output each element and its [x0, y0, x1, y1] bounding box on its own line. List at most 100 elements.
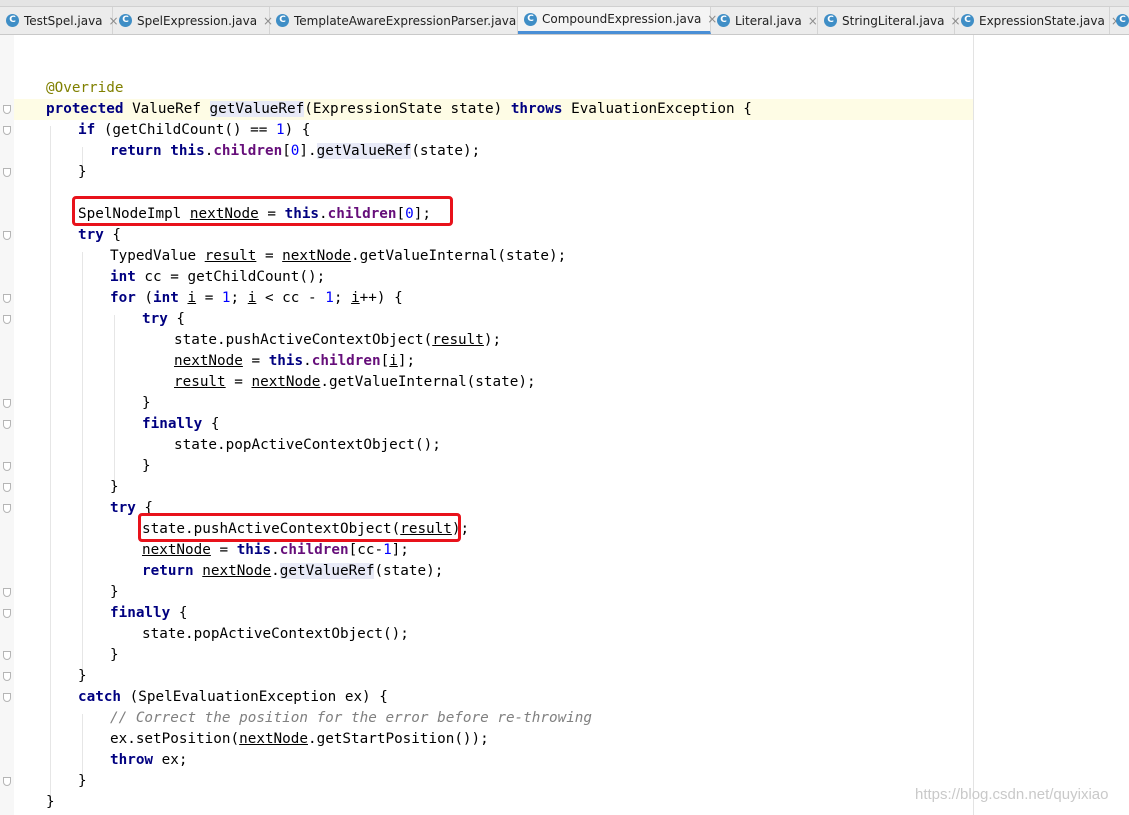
tab-compoundexpression[interactable]: C CompoundExpression.java ×: [518, 7, 717, 34]
code-token: [: [282, 143, 291, 159]
fold-marker-icon[interactable]: [3, 462, 11, 471]
code-line: try {: [142, 309, 185, 330]
code-token: ) {: [284, 122, 311, 138]
indent-guide: [82, 714, 83, 777]
code-line: catch (SpelEvaluationException ex) {: [78, 687, 388, 708]
fold-marker-icon[interactable]: [3, 609, 11, 618]
code-token: try: [142, 311, 168, 327]
code-token: children: [279, 542, 349, 558]
code-line: protected ValueRef getValueRef(Expressio…: [46, 99, 752, 120]
code-line: finally {: [110, 603, 187, 624]
editor-tab-bar: C TestSpel.java × C SpelExpression.java …: [0, 0, 1129, 35]
tab-label: Literal.java: [735, 13, 802, 28]
fold-marker-icon[interactable]: [3, 483, 11, 492]
code-line: }: [110, 645, 119, 666]
fold-marker-icon[interactable]: [3, 504, 11, 513]
code-token: .: [303, 353, 312, 369]
code-token: 1: [221, 290, 231, 306]
tab-label: CompoundExpression.java: [542, 12, 702, 26]
code-token: ValueRef: [123, 101, 210, 117]
code-token: i: [187, 290, 197, 306]
fold-marker-icon[interactable]: [3, 672, 11, 681]
fold-marker-icon[interactable]: [3, 126, 11, 135]
code-token: .: [271, 563, 280, 579]
code-token: ];: [397, 353, 416, 369]
code-token: @Override: [46, 80, 124, 96]
code-token: for: [110, 290, 136, 306]
code-line: }: [142, 456, 151, 477]
code-token: =: [196, 290, 222, 306]
code-token: if: [78, 122, 96, 138]
tab-label: ExpressionState.java: [979, 13, 1105, 28]
code-line: }: [46, 792, 55, 813]
code-token: (: [135, 290, 154, 306]
fold-marker-icon[interactable]: [3, 777, 11, 786]
code-token: getValueRef: [316, 143, 412, 159]
code-token: ;: [333, 290, 352, 306]
code-token: cc = getChildCount();: [135, 269, 326, 285]
tab-literal[interactable]: C Literal.java ×: [711, 7, 818, 34]
code-token: ;: [230, 290, 248, 306]
indent-guide: [82, 252, 83, 672]
right-margin-guide: [973, 35, 974, 815]
tab-spelexpression[interactable]: C SpelExpression.java ×: [113, 7, 273, 34]
code-line: return this.children[0].getValueRef(stat…: [110, 141, 480, 162]
code-token: i: [351, 290, 360, 306]
code-token: return: [110, 143, 162, 159]
code-token: }: [142, 458, 151, 474]
fold-marker-icon[interactable]: [3, 168, 11, 177]
fold-marker-icon[interactable]: [3, 105, 11, 114]
code-line: }: [110, 582, 119, 603]
tab-templateawareexpressionparser[interactable]: C TemplateAwareExpressionParser.java ×: [270, 7, 532, 34]
indent-guide: [114, 315, 115, 483]
code-token: }: [110, 479, 119, 495]
code-token: nextNode: [239, 731, 308, 747]
code-line: ex.setPosition(nextNode.getStartPosition…: [110, 729, 489, 750]
code-token: finally: [142, 416, 203, 432]
code-token: {: [170, 605, 188, 621]
code-token: {: [167, 311, 186, 327]
tab-stringliteral[interactable]: C StringLiteral.java ×: [818, 7, 961, 34]
code-token: }: [78, 668, 87, 684]
code-line: @Override: [46, 78, 123, 99]
code-token: ];: [391, 542, 409, 558]
tab-bar-top-strip: [0, 0, 1129, 7]
code-token: children: [213, 143, 283, 159]
fold-marker-icon[interactable]: [3, 693, 11, 702]
code-token: ex;: [153, 752, 188, 768]
red-highlight-box: [138, 513, 461, 542]
code-token: throw: [110, 752, 154, 768]
code-token: getValueRef: [279, 563, 375, 579]
fold-marker-icon[interactable]: [3, 294, 11, 303]
close-tab-icon[interactable]: ×: [808, 14, 818, 28]
fold-marker-icon[interactable]: [3, 588, 11, 597]
tab-overflow[interactable]: C: [1110, 7, 1129, 34]
code-token: < cc -: [256, 290, 326, 306]
fold-marker-icon[interactable]: [3, 651, 11, 660]
code-token: state.popActiveContextObject();: [174, 437, 441, 453]
code-token: this: [268, 353, 304, 369]
tab-expressionstate[interactable]: C ExpressionState.java ×: [955, 7, 1121, 34]
fold-marker-icon[interactable]: [3, 399, 11, 408]
code-token: }: [110, 584, 119, 600]
code-token: .: [271, 542, 280, 558]
code-token: ].: [299, 143, 317, 159]
code-token: nextNode: [202, 563, 272, 579]
fold-marker-icon[interactable]: [3, 420, 11, 429]
tab-testspel[interactable]: C TestSpel.java ×: [0, 7, 119, 34]
fold-marker-icon[interactable]: [3, 315, 11, 324]
code-token: ex.setPosition(: [110, 731, 240, 747]
code-editor[interactable]: @Override protected ValueRef getValueRef…: [0, 35, 1129, 815]
code-line: state.popActiveContextObject();: [174, 435, 441, 456]
code-token: 1: [275, 122, 285, 138]
fold-marker-icon[interactable]: [3, 231, 11, 240]
code-token: 1: [325, 290, 334, 306]
code-token: ++) {: [359, 290, 403, 306]
code-token: }: [110, 647, 119, 663]
code-line: return nextNode.getValueRef(state);: [142, 561, 443, 582]
code-token: this: [170, 143, 205, 159]
code-token: =: [256, 248, 283, 264]
code-token: result: [432, 332, 484, 348]
code-line: throw ex;: [110, 750, 187, 771]
